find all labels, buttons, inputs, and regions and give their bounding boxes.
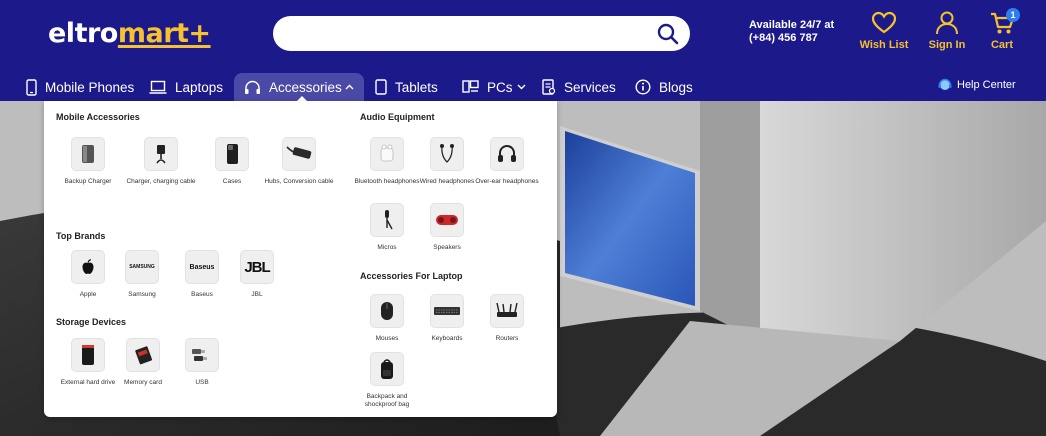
item-charger-cable[interactable]: Charger, charging cable bbox=[125, 137, 197, 186]
section-title-mobile-accessories: Mobile Accessories bbox=[56, 112, 140, 122]
item-label: Routers bbox=[495, 335, 519, 342]
section-title-top-brands: Top Brands bbox=[56, 231, 106, 241]
cart-label: Cart bbox=[990, 39, 1013, 51]
nav-tablets[interactable]: Tablets bbox=[375, 73, 438, 101]
usb-hub-icon bbox=[286, 146, 312, 159]
item-label: Speakers bbox=[433, 244, 461, 251]
section-title-storage-devices: Storage Devices bbox=[56, 317, 127, 327]
logo-text-part2: mart+ bbox=[117, 18, 211, 49]
help-center-link[interactable]: Help Center bbox=[938, 78, 1016, 92]
help-center-label: Help Center bbox=[957, 79, 1016, 91]
headphones-icon bbox=[245, 80, 260, 94]
wishlist-button[interactable]: Wish List bbox=[854, 11, 914, 51]
wishlist-label: Wish List bbox=[859, 39, 909, 51]
search-input[interactable] bbox=[289, 24, 649, 44]
item-label: JBL bbox=[251, 291, 263, 298]
nav-mobile-phones[interactable]: Mobile Phones bbox=[26, 73, 134, 101]
item-label: Backup Charger bbox=[64, 178, 112, 185]
support-agent-icon bbox=[938, 78, 952, 90]
samsung-logo: SAMSUNG bbox=[129, 264, 155, 270]
phone-case-icon bbox=[227, 144, 238, 164]
availability-text: Available 24/7 at bbox=[749, 19, 835, 31]
router-icon bbox=[496, 302, 518, 317]
nav-services[interactable]: Services bbox=[542, 73, 616, 101]
item-label: Hubs, Conversion cable bbox=[264, 178, 334, 185]
phone-number: (+84) 456 787 bbox=[749, 32, 818, 44]
cart-button[interactable]: 1 Cart bbox=[972, 8, 1032, 51]
nav-label: Services bbox=[564, 79, 616, 95]
item-backup-charger[interactable]: Backup Charger bbox=[52, 137, 124, 186]
nav-label: Blogs bbox=[659, 79, 693, 95]
heart-icon bbox=[871, 11, 897, 34]
item-hubs[interactable]: Hubs, Conversion cable bbox=[263, 137, 335, 186]
item-label: USB bbox=[195, 379, 209, 386]
item-label: Cases bbox=[222, 178, 242, 185]
nav-label: Mobile Phones bbox=[45, 79, 135, 95]
pc-icon bbox=[462, 80, 479, 93]
memory-card-icon bbox=[135, 346, 153, 365]
baseus-logo: Baseus bbox=[189, 263, 215, 271]
item-label: Over-ear headphones bbox=[475, 178, 539, 185]
mouse-icon bbox=[381, 302, 393, 320]
accessories-dropdown: Mobile Accessories Backup Charger Charge… bbox=[44, 101, 557, 417]
user-icon bbox=[936, 11, 958, 35]
cart-count-badge: 1 bbox=[1006, 8, 1020, 22]
microphone-icon bbox=[385, 210, 393, 230]
search-icon[interactable] bbox=[656, 22, 680, 46]
power-bank-icon bbox=[82, 145, 94, 163]
logo[interactable]: eltromart+ bbox=[48, 18, 211, 49]
keyboard-icon bbox=[434, 307, 460, 315]
earbuds-icon bbox=[380, 144, 394, 162]
chevron-up-icon bbox=[345, 84, 354, 90]
nav-laptops[interactable]: Laptops bbox=[149, 73, 223, 101]
search-bar bbox=[273, 16, 690, 51]
item-speakers[interactable]: Speakers bbox=[411, 203, 483, 252]
signin-label: Sign In bbox=[928, 39, 966, 51]
headphones-over-ear-icon bbox=[498, 145, 516, 162]
apple-logo-icon bbox=[82, 259, 94, 274]
speaker-icon bbox=[436, 215, 458, 225]
wired-earphones-icon bbox=[440, 144, 454, 163]
item-over-ear-headphones[interactable]: Over-ear headphones bbox=[471, 137, 543, 186]
laptop-icon bbox=[149, 80, 167, 94]
item-backpack[interactable]: Backpack and shockproof bag bbox=[351, 352, 423, 409]
brand-jbl[interactable]: JBL JBL bbox=[221, 250, 293, 299]
jbl-logo: JBL bbox=[244, 258, 270, 276]
phone-icon bbox=[26, 78, 37, 96]
services-icon bbox=[542, 79, 556, 95]
section-title-accessories-laptop: Accessories For Laptop bbox=[360, 271, 463, 281]
item-label: Backpack and shockproof bag bbox=[364, 393, 410, 408]
section-title-audio-equipment: Audio Equipment bbox=[360, 112, 435, 122]
info-icon bbox=[635, 79, 651, 95]
signin-button[interactable]: Sign In bbox=[917, 11, 977, 51]
nav-label: Laptops bbox=[175, 79, 224, 95]
nav-label: PCs bbox=[487, 79, 513, 95]
item-routers[interactable]: Routers bbox=[471, 294, 543, 343]
item-label: Charger, charging cable bbox=[126, 178, 196, 185]
item-usb[interactable]: USB bbox=[166, 338, 238, 387]
chevron-down-icon bbox=[517, 84, 526, 90]
usb-drive-icon bbox=[192, 349, 207, 361]
nav-pcs[interactable]: PCs bbox=[462, 73, 526, 101]
tablet-icon bbox=[375, 79, 387, 95]
nav-label: Accessories bbox=[269, 79, 342, 95]
backpack-icon bbox=[381, 359, 393, 379]
logo-text-part1: eltro bbox=[48, 18, 118, 49]
item-cases[interactable]: Cases bbox=[196, 137, 268, 186]
nav-blogs[interactable]: Blogs bbox=[635, 73, 693, 101]
availability-info: Available 24/7 at (+84) 456 787 bbox=[749, 19, 834, 45]
hard-drive-icon bbox=[82, 345, 94, 365]
nav-label: Tablets bbox=[395, 79, 438, 95]
charger-icon bbox=[156, 145, 166, 164]
